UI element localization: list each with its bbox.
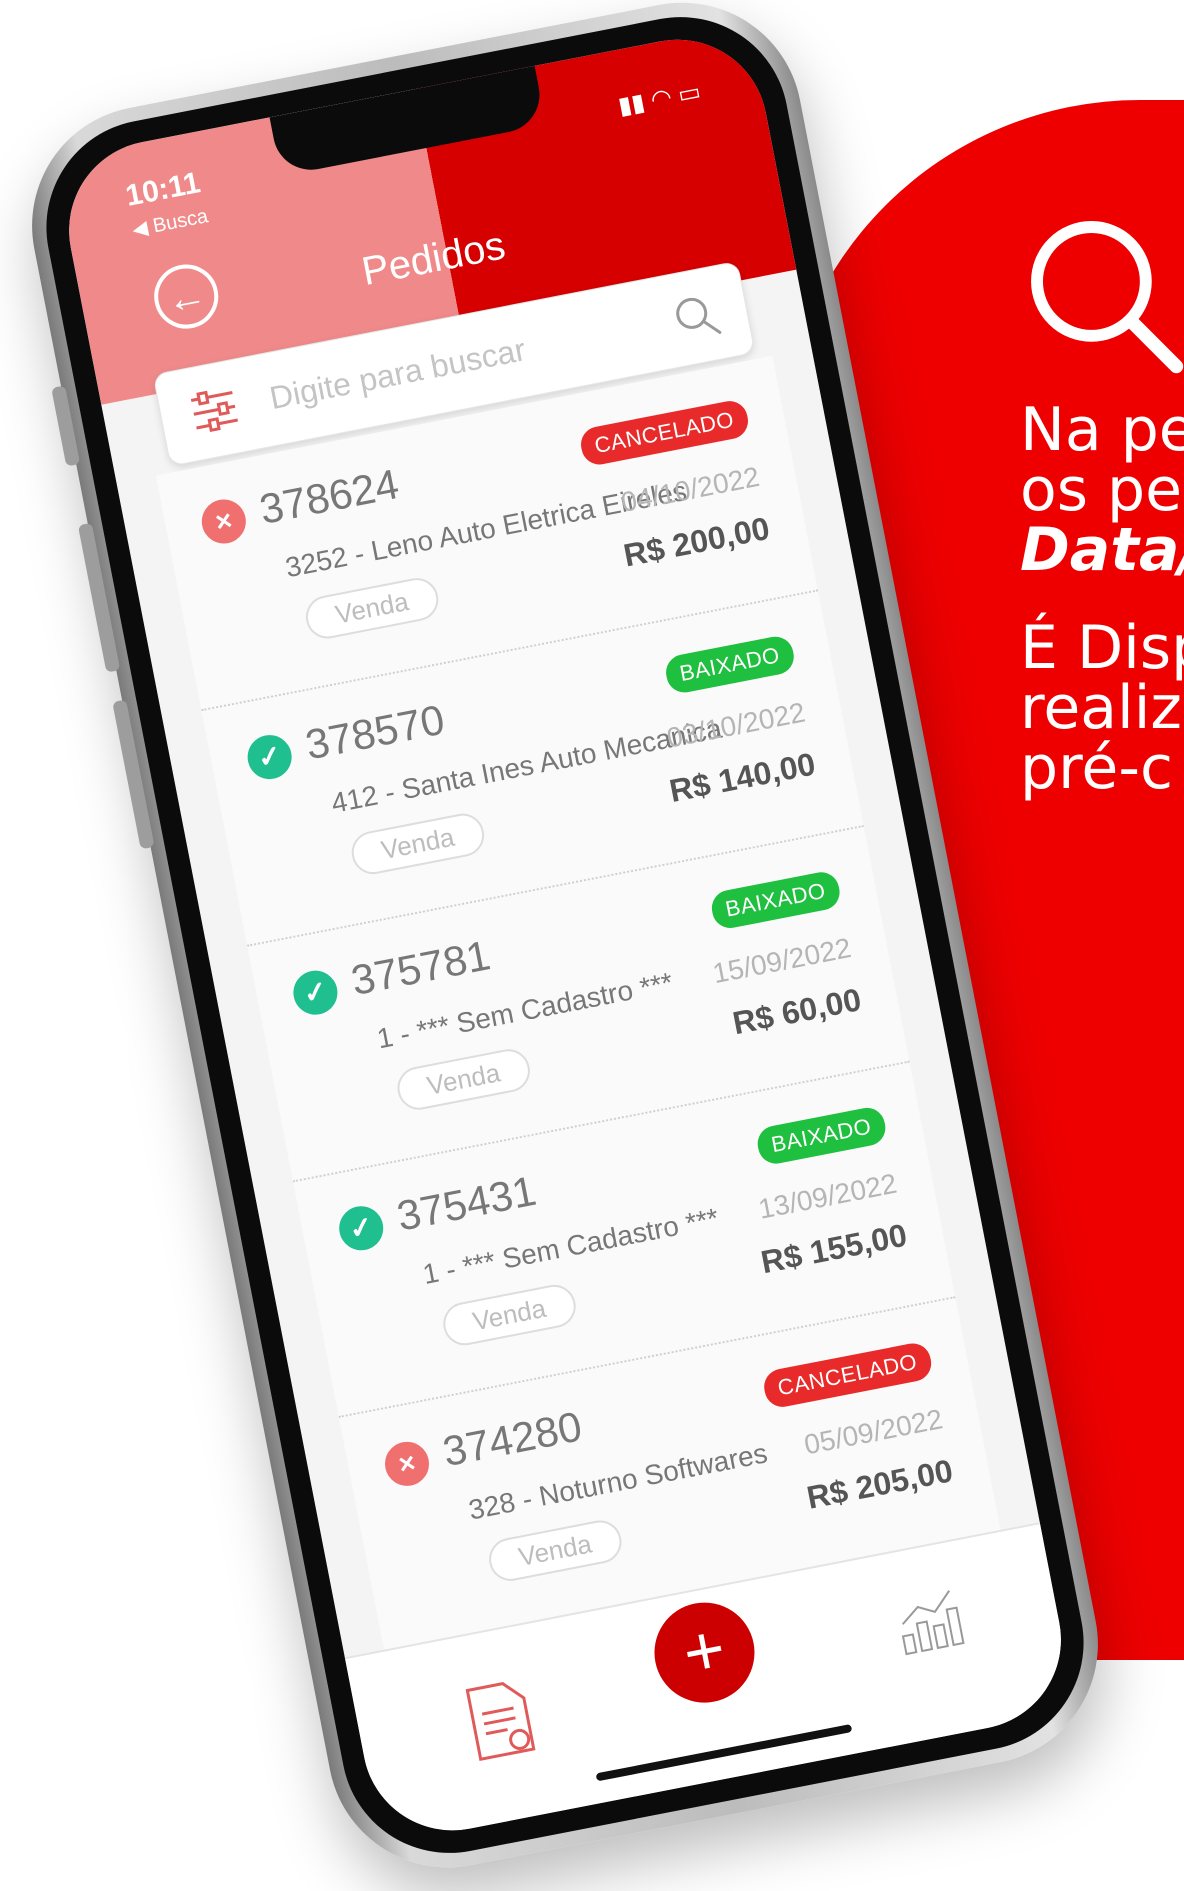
order-type-pill: Venda: [485, 1516, 625, 1585]
sliders-icon[interactable]: [188, 384, 242, 436]
cancel-status-icon: ×: [198, 495, 250, 548]
order-id: 375431: [393, 1166, 540, 1240]
status-badge: CANCELADO: [760, 1340, 935, 1411]
order-type-pill: Venda: [348, 810, 488, 878]
order-id: 378570: [301, 695, 449, 769]
app-screen: 10:11 ◀ Busca ▮▮ ◠ ▭ ← Pedidos Digite pa…: [53, 24, 1077, 1846]
wifi-icon: ◠: [648, 83, 675, 114]
status-badge: BAIXADO: [708, 869, 843, 932]
order-date: 13/09/2022: [755, 1167, 900, 1225]
add-order-button[interactable]: +: [645, 1593, 764, 1712]
battery-icon: ▭: [675, 77, 704, 109]
order-total: R$ 205,00: [803, 1452, 956, 1516]
status-badge: BAIXADO: [754, 1104, 889, 1167]
order-date: 03/10/2022: [664, 696, 808, 754]
home-indicator: [595, 1723, 853, 1782]
order-date: 15/09/2022: [710, 932, 854, 990]
order-type-pill: Venda: [439, 1281, 580, 1349]
orders-list: × 378624 3252 - Leno Auto Eletrica Eirel…: [155, 355, 1002, 1654]
phone-mockup: 10:11 ◀ Busca ▮▮ ◠ ▭ ← Pedidos Digite pa…: [11, 0, 1119, 1888]
check-status-icon: ✓: [335, 1202, 388, 1255]
document-icon[interactable]: [463, 1676, 539, 1764]
cancel-status-icon: ×: [381, 1438, 433, 1490]
status-icons: ▮▮ ◠ ▭: [616, 77, 703, 121]
plus-icon: +: [676, 1608, 732, 1693]
status-badge: CANCELADO: [577, 398, 752, 468]
order-type-pill: Venda: [393, 1045, 534, 1114]
search-icon[interactable]: [668, 288, 724, 344]
order-date: 04/10/2022: [618, 460, 762, 519]
order-id: 378624: [255, 460, 403, 533]
status-badge: BAIXADO: [662, 633, 797, 696]
order-date: 05/09/2022: [801, 1403, 946, 1461]
bar-chart-icon[interactable]: [889, 1582, 966, 1659]
stage: 10:11 ◀ Busca ▮▮ ◠ ▭ ← Pedidos Digite pa…: [0, 0, 1184, 1891]
check-status-icon: ✓: [243, 731, 296, 783]
order-total: R$ 155,00: [757, 1216, 910, 1281]
phone-bezel: 10:11 ◀ Busca ▮▮ ◠ ▭ ← Pedidos Digite pa…: [27, 0, 1103, 1872]
phone-notch: [269, 65, 547, 177]
order-id: 375781: [347, 931, 494, 1005]
order-id: 374280: [438, 1402, 586, 1476]
order-total: R$ 200,00: [620, 509, 773, 574]
order-total: R$ 60,00: [729, 981, 865, 1042]
order-type-pill: Venda: [302, 574, 442, 643]
order-total: R$ 140,00: [666, 745, 819, 810]
mute-switch: [51, 385, 81, 467]
signal-icon: ▮▮: [616, 88, 648, 121]
check-status-icon: ✓: [289, 966, 342, 1019]
